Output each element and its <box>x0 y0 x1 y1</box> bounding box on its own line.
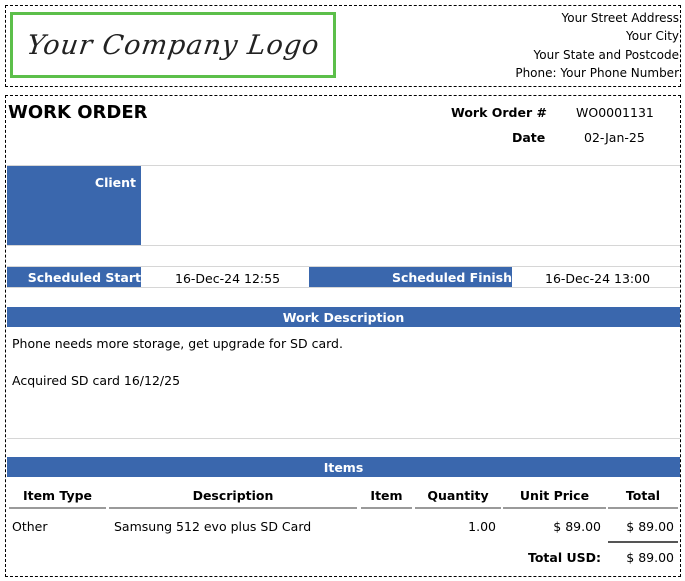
company-phone: Phone: Your Phone Number <box>515 66 679 80</box>
scheduled-start-label: Scheduled Start <box>27 270 141 285</box>
header-underline <box>503 507 606 509</box>
header-underline <box>109 507 357 509</box>
client-label: Client <box>94 175 136 190</box>
client-value <box>146 172 676 242</box>
work-description-heading-label: Work Description <box>282 310 405 325</box>
scheduled-finish-label-cell: Scheduled Finish <box>309 267 512 287</box>
column-header-description: Description <box>192 488 274 503</box>
total-underline <box>608 541 678 543</box>
logo-text: Your Company Logo <box>24 29 322 61</box>
scheduled-start-label-cell: Scheduled Start <box>7 267 141 287</box>
work-order-number-label: Work Order # <box>451 105 547 120</box>
header-underline <box>9 507 106 509</box>
work-order-number-value: WO0001131 <box>576 105 654 120</box>
column-header-quantity: Quantity <box>427 488 489 503</box>
cell-unit-price: $ 89.00 <box>553 519 601 534</box>
page-title: WORK ORDER <box>8 102 148 123</box>
header-underline <box>415 507 501 509</box>
column-header-unit-price: Unit Price <box>519 488 590 503</box>
scheduled-finish-value: 16-Dec-24 13:00 <box>545 271 651 286</box>
cell-quantity: 1.00 <box>468 519 496 534</box>
work-description-line: Phone needs more storage, get upgrade fo… <box>12 336 343 351</box>
scheduled-finish-label: Scheduled Finish <box>391 270 512 285</box>
cell-total: $ 89.00 <box>626 519 674 534</box>
company-city: Your City <box>626 29 679 43</box>
cell-item-type: Other <box>12 519 48 534</box>
header-underline <box>361 507 412 509</box>
date-value: 02-Jan-25 <box>584 130 645 145</box>
items-heading-label: Items <box>323 460 364 475</box>
divider <box>7 438 680 439</box>
scheduled-start-value: 16-Dec-24 12:55 <box>175 271 281 286</box>
company-logo: Your Company Logo <box>10 12 336 78</box>
header-underline <box>608 507 678 509</box>
divider <box>7 245 680 246</box>
total-usd-value: $ 89.00 <box>626 550 674 565</box>
company-street: Your Street Address <box>561 11 680 25</box>
total-usd-label: Total USD: <box>527 550 601 565</box>
cell-description: Samsung 512 evo plus SD Card <box>114 519 312 534</box>
client-label-cell: Client <box>7 166 141 245</box>
work-description-line: Acquired SD card 16/12/25 <box>12 373 181 388</box>
column-header-total: Total <box>625 488 661 503</box>
date-label: Date <box>512 130 546 145</box>
company-state-postcode: Your State and Postcode <box>533 48 679 62</box>
column-header-item-type: Item Type <box>22 488 93 503</box>
divider <box>7 287 680 288</box>
items-heading: Items <box>7 457 680 477</box>
work-description-heading: Work Description <box>7 307 680 327</box>
column-header-item: Item <box>370 488 403 503</box>
